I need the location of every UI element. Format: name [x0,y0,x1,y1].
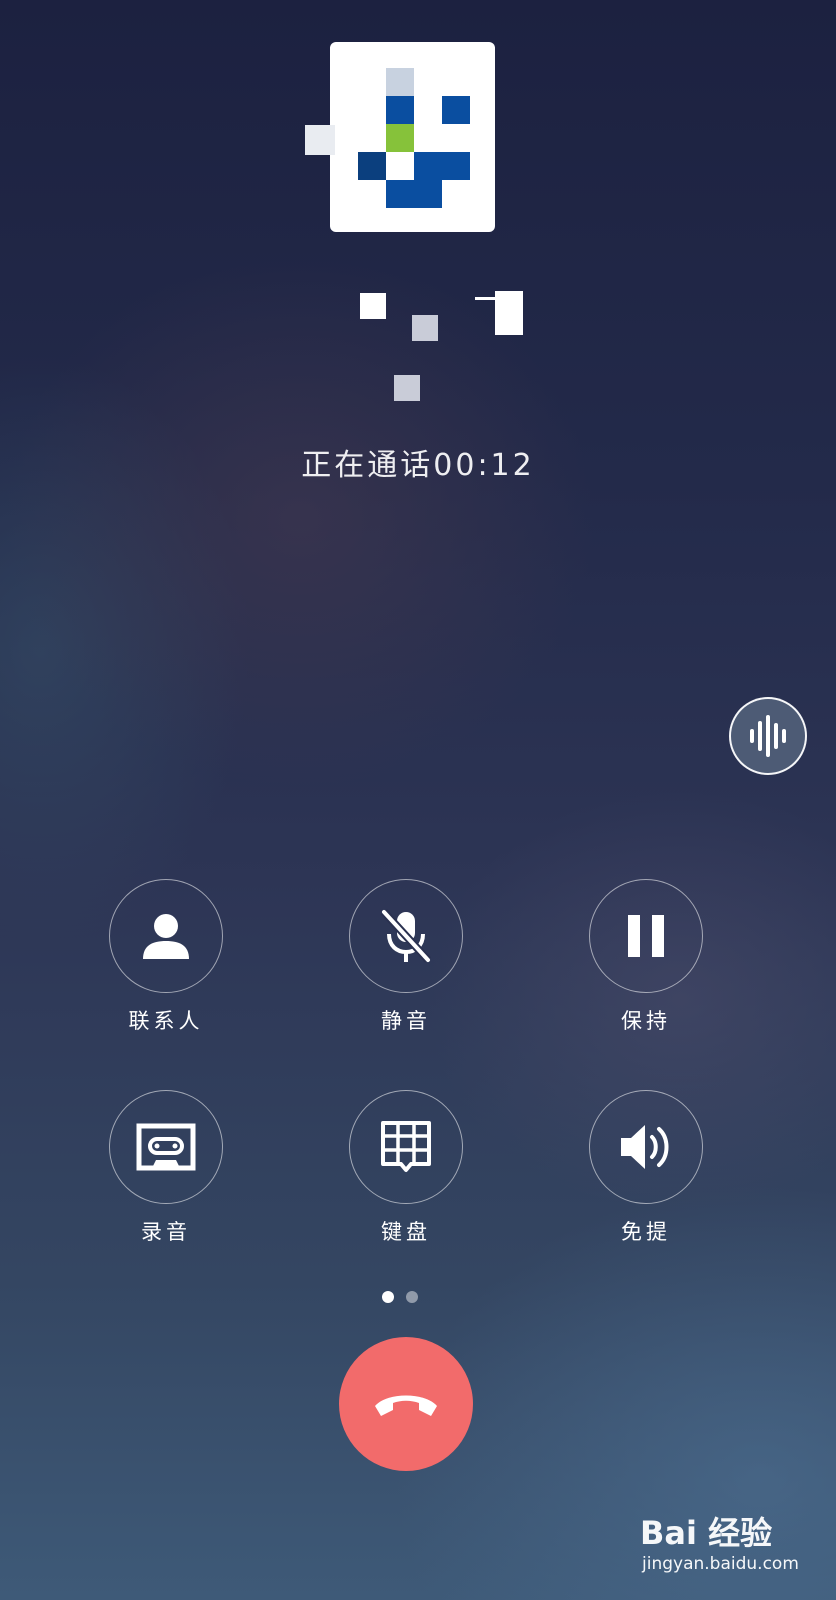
call-status: 正在通话00:12 [301,448,535,483]
contacts-label: 联系人 [128,1009,204,1033]
page-indicator[interactable] [382,1291,442,1305]
watermark: Bai 经验 jingyan.baidu.com [640,1508,820,1588]
hold-button[interactable]: 保持 [566,879,726,1054]
voice-assistant-button[interactable] [729,697,807,775]
hold-label: 保持 [621,1009,671,1033]
hang-up-icon [375,1395,437,1416]
page-dot[interactable] [406,1291,418,1303]
watermark-brand: Bai 经验 [640,1514,773,1552]
keypad-button[interactable]: 键盘 [326,1090,486,1265]
contact-avatar [300,30,510,245]
hold-circle [589,879,703,993]
mute-label: 静音 [381,1009,431,1033]
person-icon [143,914,189,959]
keypad-circle [349,1090,463,1204]
end-call-button[interactable] [339,1337,473,1471]
record-circle [109,1090,223,1204]
watermark-url: jingyan.baidu.com [642,1554,799,1574]
keypad-label: 键盘 [381,1220,431,1244]
contacts-circle [109,879,223,993]
mute-button[interactable]: 静音 [326,879,486,1054]
speaker-button[interactable]: 免提 [566,1090,726,1265]
contacts-button[interactable]: 联系人 [86,879,246,1054]
record-button[interactable]: 录音 [86,1090,246,1265]
record-label: 录音 [141,1220,191,1244]
voice-wave-icon [750,715,786,757]
contact-name-obscured [290,285,540,345]
page-dot-active[interactable] [382,1291,394,1303]
contact-number-obscured [380,365,460,405]
mute-circle [349,879,463,993]
cassette-icon [136,1123,196,1171]
speaker-label: 免提 [621,1220,671,1244]
speaker-circle [589,1090,703,1204]
keypad-icon [381,1121,431,1172]
pause-icon [628,915,664,957]
speaker-icon [621,1125,669,1169]
mic-off-icon [381,909,431,963]
